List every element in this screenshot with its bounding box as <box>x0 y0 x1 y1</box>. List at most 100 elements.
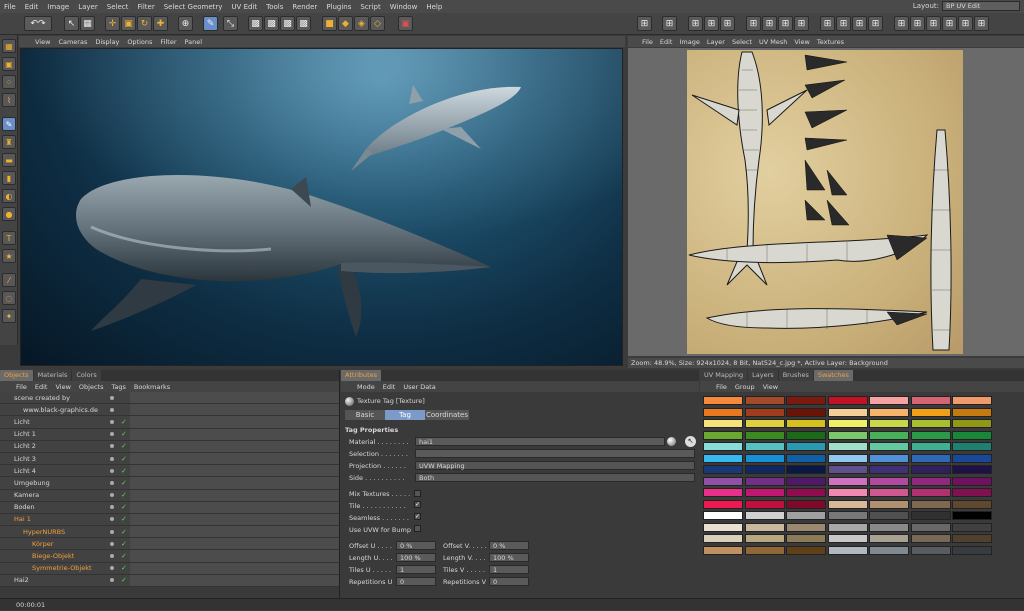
color-swatch[interactable] <box>952 545 992 555</box>
color-swatch[interactable] <box>952 396 992 405</box>
lasso-icon[interactable]: ◌ <box>2 291 16 305</box>
color-swatch[interactable] <box>910 453 951 463</box>
uv-texture[interactable] <box>687 50 963 354</box>
texture-mode-icon[interactable]: ▣ <box>2 57 16 71</box>
color-swatch[interactable] <box>703 442 743 451</box>
uv-project-icon[interactable]: ⊞ <box>820 16 835 31</box>
color-swatch[interactable] <box>910 442 951 451</box>
paint-tool-icon[interactable]: ✎ <box>203 16 218 31</box>
object-row[interactable]: Umgebung ✓ <box>0 477 339 490</box>
color-swatch[interactable] <box>869 430 909 440</box>
color-swatch[interactable] <box>952 522 992 532</box>
object-menu-item[interactable]: Tags <box>111 383 125 391</box>
uv-grid-icon[interactable]: ⊞ <box>894 16 909 31</box>
eraser-icon[interactable]: ▬ <box>2 153 16 167</box>
color-swatch[interactable] <box>786 522 826 532</box>
color-swatch[interactable] <box>744 499 785 509</box>
color-swatch[interactable] <box>827 442 868 451</box>
color-swatch[interactable] <box>744 442 785 451</box>
color-swatch[interactable] <box>744 407 785 417</box>
color-swatch[interactable] <box>869 511 909 520</box>
color-swatch[interactable] <box>744 419 785 428</box>
color-swatch[interactable] <box>869 545 909 555</box>
menu-item[interactable]: Edit <box>25 3 39 11</box>
pick-icon[interactable]: ↖ <box>685 436 696 447</box>
color-swatch[interactable] <box>869 442 909 451</box>
color-swatch[interactable] <box>703 499 743 509</box>
visibility-dot[interactable] <box>110 493 114 498</box>
uv-pack-icon[interactable]: ⊞ <box>958 16 973 31</box>
color-swatch[interactable] <box>744 511 785 520</box>
uv-menu-item[interactable]: View <box>794 38 809 46</box>
color-swatch[interactable] <box>827 476 868 486</box>
color-swatch[interactable] <box>827 522 868 532</box>
select-tool-icon[interactable]: ↖ <box>64 16 79 31</box>
uv-menu-item[interactable]: Edit <box>660 38 673 46</box>
color-swatch[interactable] <box>744 488 785 497</box>
visibility-dot[interactable] <box>110 480 114 485</box>
uv-mirror-icon[interactable]: ⊞ <box>926 16 941 31</box>
color-swatch[interactable] <box>869 499 909 509</box>
uv-menu-item[interactable]: Image <box>679 38 699 46</box>
visibility-dot[interactable] <box>110 554 114 559</box>
tab-uv-mapping[interactable]: UV Mapping <box>700 370 748 381</box>
color-swatch[interactable] <box>703 453 743 463</box>
enabled-check-icon[interactable]: ✓ <box>121 552 127 560</box>
recent-tool-icon[interactable]: ✚ <box>153 16 168 31</box>
color-swatch[interactable] <box>786 430 826 440</box>
subtab-tag[interactable]: Tag <box>385 410 425 420</box>
menu-item[interactable]: Select <box>107 3 129 11</box>
render-region-icon[interactable]: ▩ <box>296 16 311 31</box>
visibility-dot[interactable] <box>110 578 114 583</box>
object-row[interactable]: Licht ✓ <box>0 416 339 429</box>
swatches-menu-item[interactable]: Group <box>735 383 755 391</box>
side-dropdown[interactable]: Both <box>415 473 695 482</box>
color-swatch[interactable] <box>786 534 826 543</box>
object-row[interactable]: Licht 1 ✓ <box>0 428 339 441</box>
menu-item[interactable]: Image <box>47 3 69 11</box>
color-swatch[interactable] <box>744 465 785 474</box>
uv-align-icon[interactable]: ⊞ <box>637 16 652 31</box>
color-swatch[interactable] <box>910 511 951 520</box>
color-swatch[interactable] <box>952 407 992 417</box>
color-swatch[interactable] <box>744 430 785 440</box>
color-swatch[interactable] <box>910 407 951 417</box>
color-swatch[interactable] <box>910 545 951 555</box>
clone-icon[interactable]: ♜ <box>2 135 16 149</box>
enabled-check-icon[interactable]: ✓ <box>121 430 127 438</box>
visibility-dot[interactable] <box>110 432 114 437</box>
color-swatch[interactable] <box>869 407 909 417</box>
color-swatch[interactable] <box>910 476 951 486</box>
color-swatch[interactable] <box>827 511 868 520</box>
array-icon[interactable]: ◈ <box>354 16 369 31</box>
uv-transform-icon[interactable]: ⊞ <box>868 16 883 31</box>
visibility-dot[interactable] <box>110 456 114 461</box>
timeline[interactable]: 00:00:01 <box>0 598 1024 610</box>
text-tool-icon[interactable]: T <box>2 231 16 245</box>
eyedropper-icon[interactable]: ⁄ <box>2 273 16 287</box>
tab-attributes[interactable]: Attributes <box>341 370 382 381</box>
render-settings-icon[interactable]: ▩ <box>280 16 295 31</box>
object-row[interactable]: scene created by <box>0 392 339 405</box>
color-swatch[interactable] <box>952 430 992 440</box>
fill-icon[interactable]: ▮ <box>2 171 16 185</box>
color-swatch[interactable] <box>910 465 951 474</box>
magic-wand-icon[interactable]: ✦ <box>2 309 16 323</box>
points-mode-icon[interactable]: ⁘ <box>2 75 16 89</box>
3d-viewport[interactable] <box>20 48 623 366</box>
object-row[interactable]: Licht 2 ✓ <box>0 440 339 453</box>
visibility-dot[interactable] <box>110 505 114 510</box>
object-row[interactable]: Licht 3 ✓ <box>0 452 339 466</box>
uv-tool-icon[interactable]: ⤡ <box>223 16 238 31</box>
visibility-dot[interactable] <box>110 419 114 424</box>
swatches-menu-item[interactable]: File <box>716 383 727 391</box>
menu-item[interactable]: Help <box>426 3 442 11</box>
enabled-check-icon[interactable]: ✓ <box>121 418 127 426</box>
color-swatch[interactable] <box>910 396 951 405</box>
visibility-dot[interactable] <box>110 517 114 522</box>
color-swatch[interactable] <box>786 488 826 497</box>
object-row[interactable]: Hai 1 ✓ <box>0 513 339 527</box>
render-view-icon[interactable]: ▩ <box>248 16 263 31</box>
deformer-icon[interactable]: ◇ <box>370 16 385 31</box>
color-swatch[interactable] <box>827 396 868 405</box>
